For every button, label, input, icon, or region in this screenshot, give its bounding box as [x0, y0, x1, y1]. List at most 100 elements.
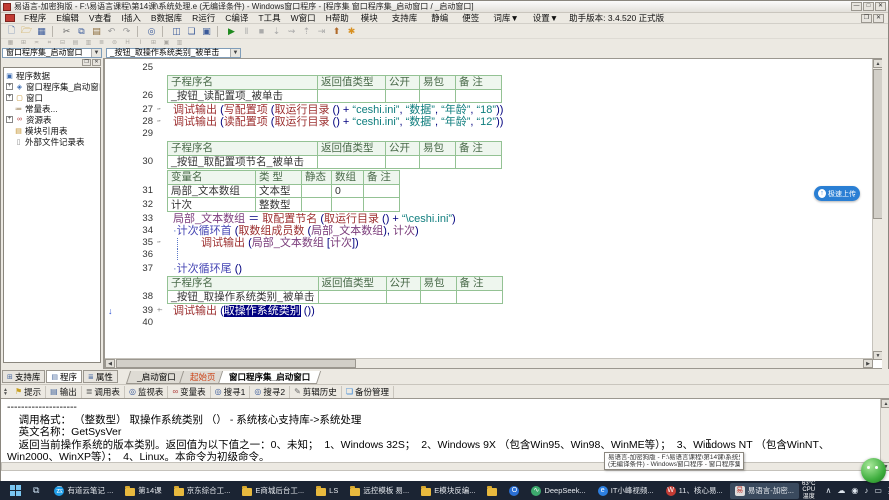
chevron-down-icon[interactable]: ▼	[230, 49, 240, 57]
taskbar-item[interactable]: 京东综合工...	[169, 483, 236, 499]
table-cell[interactable]	[364, 184, 400, 198]
table-cell[interactable]	[420, 89, 456, 103]
scroll-left-icon[interactable]: ◀	[105, 359, 115, 368]
code-text[interactable]	[167, 249, 873, 263]
paste-icon[interactable]: ▤	[89, 25, 104, 38]
editor-tab[interactable]: 窗口程序集_启动窗口	[218, 371, 321, 384]
taskbar-item[interactable]: LS	[311, 483, 343, 499]
cascade-window-icon[interactable]: ❏	[184, 25, 199, 38]
run-icon[interactable]: ▶	[224, 25, 239, 38]
scroll-down-icon[interactable]: ▼	[873, 351, 882, 360]
expand-icon[interactable]: +	[6, 94, 13, 101]
tree-item[interactable]: ≔常量表...	[5, 103, 99, 114]
code-text[interactable]: ·计次循环尾 ()	[173, 263, 873, 275]
editor-vertical-scrollbar[interactable]: ▲ ▼	[872, 59, 882, 360]
table-cell[interactable]: 局部_文本数组	[168, 184, 256, 198]
mdi-close-button[interactable]: ✕	[873, 14, 884, 23]
code-view[interactable]: 2526子程序名返回值类型公开易包备 注_按钮_读配置项_被单击27▫-调试输出…	[105, 59, 873, 360]
tool-tab-剪辑历史[interactable]: ✎剪辑历史	[290, 386, 342, 398]
taskbar-item[interactable]: W11、核心易...	[661, 483, 728, 499]
taskbar-item[interactable]: 易易语言-加密...	[730, 483, 799, 499]
table-cell[interactable]	[302, 198, 332, 212]
table-cell[interactable]	[318, 290, 386, 304]
table-cell[interactable]	[420, 290, 456, 304]
table-cell[interactable]: _按钮_读配置项_被单击	[168, 89, 318, 103]
table-cell[interactable]	[386, 155, 420, 169]
taskbar-item[interactable]: 远控模板 易...	[345, 483, 414, 499]
code-text[interactable]: 调试输出 (取操作系统类别 ())	[173, 305, 873, 317]
table-cell[interactable]	[364, 198, 400, 212]
subroutine-table[interactable]: 子程序名返回值类型公开易包备 注_按钮_取配置项节名_被单击	[167, 141, 502, 169]
table-cell[interactable]	[386, 89, 420, 103]
cloud-icon[interactable]: ☁	[837, 486, 845, 495]
design-tool-icon[interactable]: ⊞	[17, 40, 30, 47]
find-icon[interactable]: ◎	[144, 25, 159, 38]
table-cell[interactable]	[420, 155, 456, 169]
program-set-combo[interactable]: 窗口程序集_启动窗口 ▼	[2, 48, 102, 58]
design-tool-icon[interactable]: ▤	[69, 40, 82, 47]
subroutine-table[interactable]: 子程序名返回值类型公开易包备 注_按钮_读配置项_被单击	[167, 75, 502, 103]
menu-extra-item[interactable]: 设置▼	[526, 13, 565, 23]
menu-item[interactable]: E编辑	[51, 13, 84, 23]
tree-item[interactable]: +▢窗口	[5, 92, 99, 103]
floating-ball[interactable]	[861, 458, 886, 483]
menu-extra-item[interactable]: 静编	[424, 13, 455, 23]
design-tool-icon[interactable]: ▥	[173, 40, 186, 47]
menu-item[interactable]: F程序	[19, 13, 51, 23]
fold-marker-zone[interactable]: ▫-	[157, 104, 167, 116]
menu-item[interactable]: T工具	[253, 13, 285, 23]
chevron-down-icon[interactable]: ▼	[91, 49, 101, 57]
tool-tab-搜寻2[interactable]: ◎搜寻2	[250, 386, 290, 398]
code-line[interactable]: 39↓+-调试输出 (取操作系统类别 ())	[105, 305, 873, 317]
cpu-temp-widget[interactable]: 63°C CPU温度	[801, 481, 817, 500]
table-cell[interactable]: _按钮_取配置项节名_被单击	[168, 155, 318, 169]
close-button[interactable]: ✕	[875, 2, 886, 11]
subroutine-table[interactable]: 子程序名返回值类型公开易包备 注_按钮_取操作系统类别_被单击	[167, 276, 503, 304]
scroll-up-icon[interactable]: ▲	[881, 399, 889, 408]
editor-tab[interactable]: _启动窗口	[126, 371, 187, 384]
stop-icon[interactable]: ■	[254, 25, 269, 38]
table-cell[interactable]	[318, 89, 386, 103]
assistant-icon[interactable]: ✱	[344, 25, 359, 38]
cut-icon[interactable]: ✂	[59, 25, 74, 38]
editor-vscroll-thumb[interactable]	[873, 69, 882, 219]
design-tool-icon[interactable]: ▦	[4, 40, 17, 47]
code-text[interactable]: 调试输出 (读配置项 (取运行目录 () + “ceshi.ini”, “数据”…	[173, 116, 873, 128]
variable-table[interactable]: 变量名类 型静态数组备 注局部_文本数组文本型0计次整数型	[167, 170, 400, 212]
tool-tab-输出[interactable]: ▤输出	[46, 386, 82, 398]
redo-icon[interactable]: ↷	[119, 25, 134, 38]
menu-extra-item[interactable]: 模块	[354, 13, 385, 23]
tool-tab-备份管理[interactable]: ❏备份管理	[342, 386, 394, 398]
code-text[interactable]: 调试输出 (局部_文本数组 [计次])	[167, 237, 873, 249]
doc-horizontal-scrollbar[interactable]	[1, 462, 879, 471]
table-cell[interactable]	[456, 89, 502, 103]
chevron-up-icon[interactable]: ∧	[825, 486, 831, 495]
table-cell[interactable]	[332, 198, 364, 212]
tree-root[interactable]: ▣程序数据	[5, 70, 99, 81]
save-icon[interactable]: ▦	[34, 25, 49, 38]
taskbar-item[interactable]: O	[504, 483, 524, 499]
scroll-right-icon[interactable]: ▶	[863, 359, 873, 368]
code-text[interactable]: ·计次循环首 (取数组成员数 (局部_文本数组), 计次)	[173, 225, 873, 237]
tool-tab-提示[interactable]: ⚑提示	[11, 386, 46, 398]
taskbar-item[interactable]: E模块反编...	[416, 483, 480, 499]
design-tool-icon[interactable]: H	[121, 40, 134, 47]
taskbar-item[interactable]: ∿DeepSeek...	[526, 483, 590, 499]
menu-extra-item[interactable]: 词库▼	[486, 13, 525, 23]
scroll-up-icon[interactable]: ▲	[873, 59, 882, 68]
spin-down-icon[interactable]: ▼	[3, 392, 8, 396]
table-cell[interactable]: _按钮_取操作系统类别_被单击	[168, 290, 319, 304]
expand-icon[interactable]: +	[6, 116, 13, 123]
table-row[interactable]: 局部_文本数组文本型0	[168, 184, 400, 198]
tool-tab-监视表[interactable]: ◎监视表	[125, 386, 169, 398]
step-over-icon[interactable]: ⇝	[284, 25, 299, 38]
workspace-tab-支持库[interactable]: ⊞支持库	[2, 370, 45, 383]
design-tool-icon[interactable]: ⊟	[56, 40, 69, 47]
tile-window-icon[interactable]: ◫	[169, 25, 184, 38]
minimize-button[interactable]: —	[851, 2, 862, 11]
editor-horizontal-scrollbar[interactable]: ◀ ▶	[105, 358, 873, 368]
undo-icon[interactable]: ↶	[104, 25, 119, 38]
tree-item[interactable]: ▯外部文件记录表	[5, 136, 99, 147]
table-cell[interactable]: 0	[332, 184, 364, 198]
table-cell[interactable]	[386, 290, 420, 304]
